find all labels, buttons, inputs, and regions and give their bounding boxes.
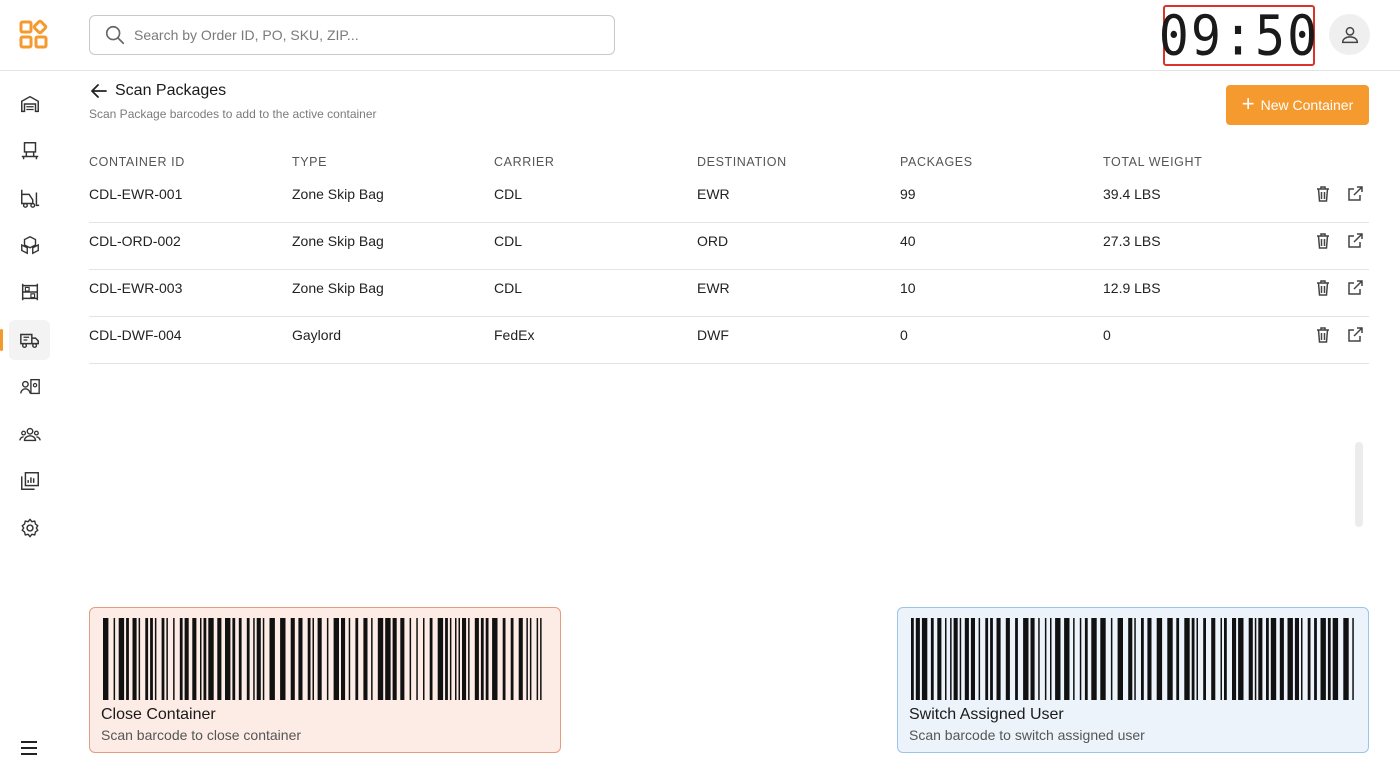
close-container-card[interactable]: Close Container Scan barcode to close co… — [89, 607, 561, 753]
sidebar-item-shelves[interactable] — [9, 272, 50, 312]
clock-display: 09:50 — [1159, 5, 1317, 66]
row-actions — [1313, 231, 1365, 251]
switch-user-subtitle: Scan barcode to switch assigned user — [909, 727, 1145, 743]
table-row[interactable]: CDL-ORD-002 Zone Skip Bag CDL ORD 40 27.3 LBS — [89, 223, 1369, 270]
sidebar-item-shipping[interactable] — [0, 320, 50, 360]
delete-icon[interactable] — [1313, 231, 1333, 251]
table-row[interactable]: CDL-DWF-004 Gaylord FedEx DWF 0 0 — [89, 317, 1369, 364]
sidebar-item-settings[interactable] — [9, 508, 50, 548]
table-row[interactable]: CDL-EWR-001 Zone Skip Bag CDL EWR 99 39.4 LBS — [89, 176, 1369, 223]
cell-type: Zone Skip Bag — [292, 233, 384, 249]
table-row[interactable]: CDL-EWR-003 Zone Skip Bag CDL EWR 10 12.9 LBS — [89, 270, 1369, 317]
row-actions — [1313, 278, 1365, 298]
cell-carrier: CDL — [494, 233, 523, 249]
warehouse-icon — [20, 95, 39, 113]
sidebar-item-forklift[interactable] — [9, 178, 50, 218]
plus-icon: + — [1241, 91, 1255, 116]
clock-time: 09:50 — [1158, 3, 1320, 68]
cell-packages: 40 — [900, 233, 916, 249]
cell-destination: ORD — [697, 233, 729, 249]
sidebar-item-team[interactable] — [9, 414, 50, 454]
column-header[interactable]: TOTAL WEIGHT — [1103, 155, 1202, 169]
cell-weight: 27.3 LBS — [1103, 233, 1161, 249]
boxes-icon — [20, 235, 39, 255]
contact-card-icon — [19, 378, 40, 395]
open-external-icon[interactable] — [1345, 278, 1365, 298]
column-header[interactable]: PACKAGES — [900, 155, 973, 169]
cell-packages: 10 — [900, 280, 916, 296]
open-external-icon[interactable] — [1345, 231, 1365, 251]
containers-table: CONTAINER ID TYPE CARRIER DESTINATION PA… — [89, 148, 1369, 364]
user-avatar[interactable] — [1329, 14, 1370, 55]
switch-user-card[interactable]: Switch Assigned User Scan barcode to swi… — [897, 607, 1369, 753]
workstation-icon — [21, 142, 38, 160]
sidebar-item-warehouse[interactable] — [9, 84, 50, 124]
sidebar-item-contacts[interactable] — [9, 367, 50, 407]
truck-icon — [19, 333, 39, 349]
scrollbar-thumb[interactable] — [1355, 442, 1363, 527]
delete-icon[interactable] — [1313, 278, 1333, 298]
search-icon — [105, 25, 125, 45]
cell-id: CDL-EWR-003 — [89, 280, 183, 296]
close-container-title: Close Container — [101, 706, 216, 723]
reports-icon — [20, 472, 39, 490]
open-external-icon[interactable] — [1345, 184, 1365, 204]
delete-icon[interactable] — [1313, 325, 1333, 345]
top-bar: 09:50 — [0, 0, 1400, 71]
open-external-icon[interactable] — [1345, 325, 1365, 345]
switch-user-barcode — [911, 618, 1354, 700]
cell-weight: 39.4 LBS — [1103, 186, 1161, 202]
delete-icon[interactable] — [1313, 184, 1333, 204]
back-arrow-icon[interactable] — [89, 81, 109, 101]
cell-type: Zone Skip Bag — [292, 280, 384, 296]
cell-destination: EWR — [697, 186, 730, 202]
column-header[interactable]: TYPE — [292, 155, 327, 169]
page-subtitle: Scan Package barcodes to add to the acti… — [89, 107, 377, 121]
column-header[interactable]: DESTINATION — [697, 155, 787, 169]
new-container-label: New Container — [1260, 97, 1354, 113]
cell-weight: 12.9 LBS — [1103, 280, 1161, 296]
close-container-subtitle: Scan barcode to close container — [101, 727, 302, 743]
row-actions — [1313, 184, 1365, 204]
shelves-icon — [21, 283, 38, 301]
cell-carrier: CDL — [494, 186, 523, 202]
cell-type: Gaylord — [292, 327, 342, 343]
row-actions — [1313, 325, 1365, 345]
team-icon — [18, 427, 41, 442]
switch-user-title: Switch Assigned User — [909, 706, 1064, 723]
cell-destination: DWF — [697, 327, 729, 343]
gear-icon — [21, 518, 38, 538]
sidebar-item-workstation[interactable] — [9, 131, 50, 171]
cell-id: CDL-DWF-004 — [89, 327, 182, 343]
new-container-button[interactable]: + New Container — [1226, 85, 1369, 125]
sidebar-item-reports[interactable] — [9, 461, 50, 501]
hamburger-menu-icon[interactable] — [19, 738, 39, 758]
table-header: CONTAINER ID TYPE CARRIER DESTINATION PA… — [89, 148, 1369, 176]
column-header[interactable]: CONTAINER ID — [89, 155, 185, 169]
sidebar — [0, 71, 58, 777]
user-icon — [1341, 26, 1358, 43]
search-input[interactable] — [134, 27, 604, 43]
page-title: Scan Packages — [115, 82, 227, 99]
cell-destination: EWR — [697, 280, 730, 296]
cell-carrier: CDL — [494, 280, 523, 296]
cell-weight: 0 — [1103, 327, 1111, 343]
column-header[interactable]: CARRIER — [494, 155, 554, 169]
close-container-barcode — [103, 618, 542, 700]
forklift-icon — [20, 189, 39, 208]
sidebar-item-inventory[interactable] — [9, 225, 50, 265]
app-logo-icon[interactable] — [18, 19, 50, 51]
cell-packages: 0 — [900, 327, 908, 343]
cell-carrier: FedEx — [494, 327, 535, 343]
cell-id: CDL-EWR-001 — [89, 186, 183, 202]
cell-id: CDL-ORD-002 — [89, 233, 181, 249]
cell-packages: 99 — [900, 186, 916, 202]
cell-type: Zone Skip Bag — [292, 186, 384, 202]
search-box[interactable] — [89, 15, 615, 55]
